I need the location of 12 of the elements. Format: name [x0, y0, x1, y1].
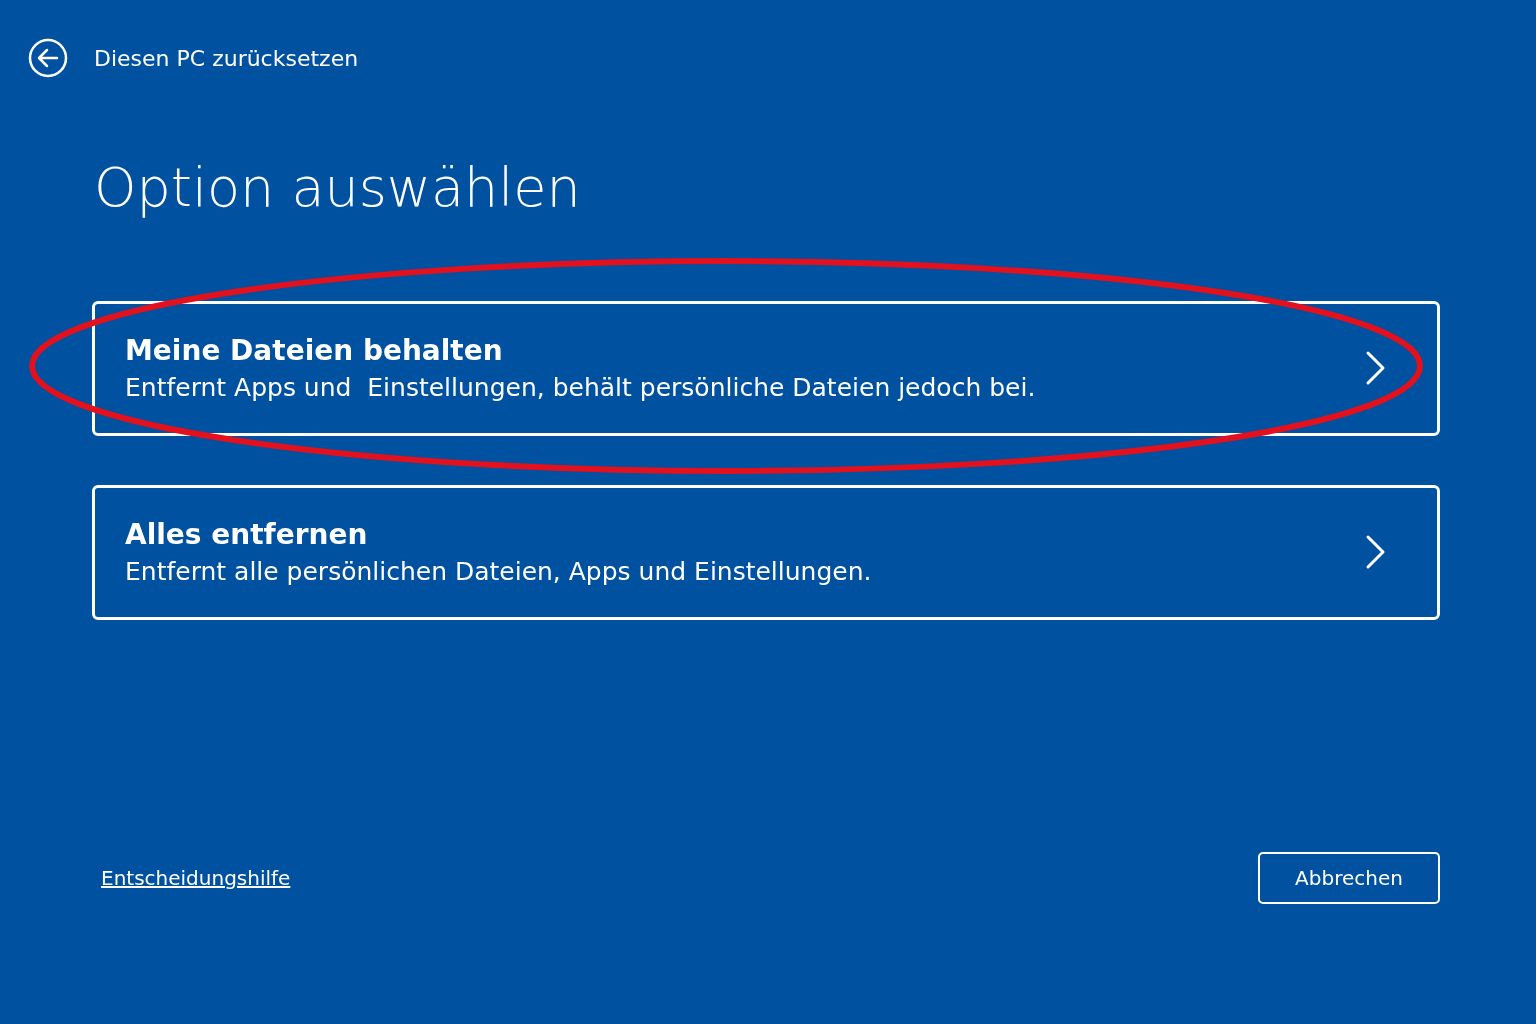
page-title: Diesen PC zurücksetzen [94, 45, 359, 71]
chevron-right-icon [1365, 350, 1387, 387]
option-title: Meine Dateien behalten [125, 334, 504, 368]
option-description: Entfernt Apps und Einstellungen, behält persönliche Dateien jedoch bei. [125, 373, 1037, 403]
option-card[interactable]: Meine Dateien behalten Entfernt Apps und Einstellungen, behält persönliche Dateien jedoch bei. [92, 300, 1440, 436]
option-card[interactable]: Alles entfernen Entfernt alle persönlichen Dateien, Apps und Einstellungen. [92, 484, 1440, 620]
option-description: Entfernt alle persönlichen Dateien, Apps und Einstellungen. [125, 557, 873, 587]
chevron-right-icon [1365, 534, 1387, 571]
option-title: Alles entfernen [125, 518, 369, 552]
heading: Option auswählen [94, 156, 582, 221]
cancel-button[interactable]: Abbrechen [1258, 852, 1440, 904]
help-link[interactable]: Entscheidungshilfe [101, 866, 291, 890]
